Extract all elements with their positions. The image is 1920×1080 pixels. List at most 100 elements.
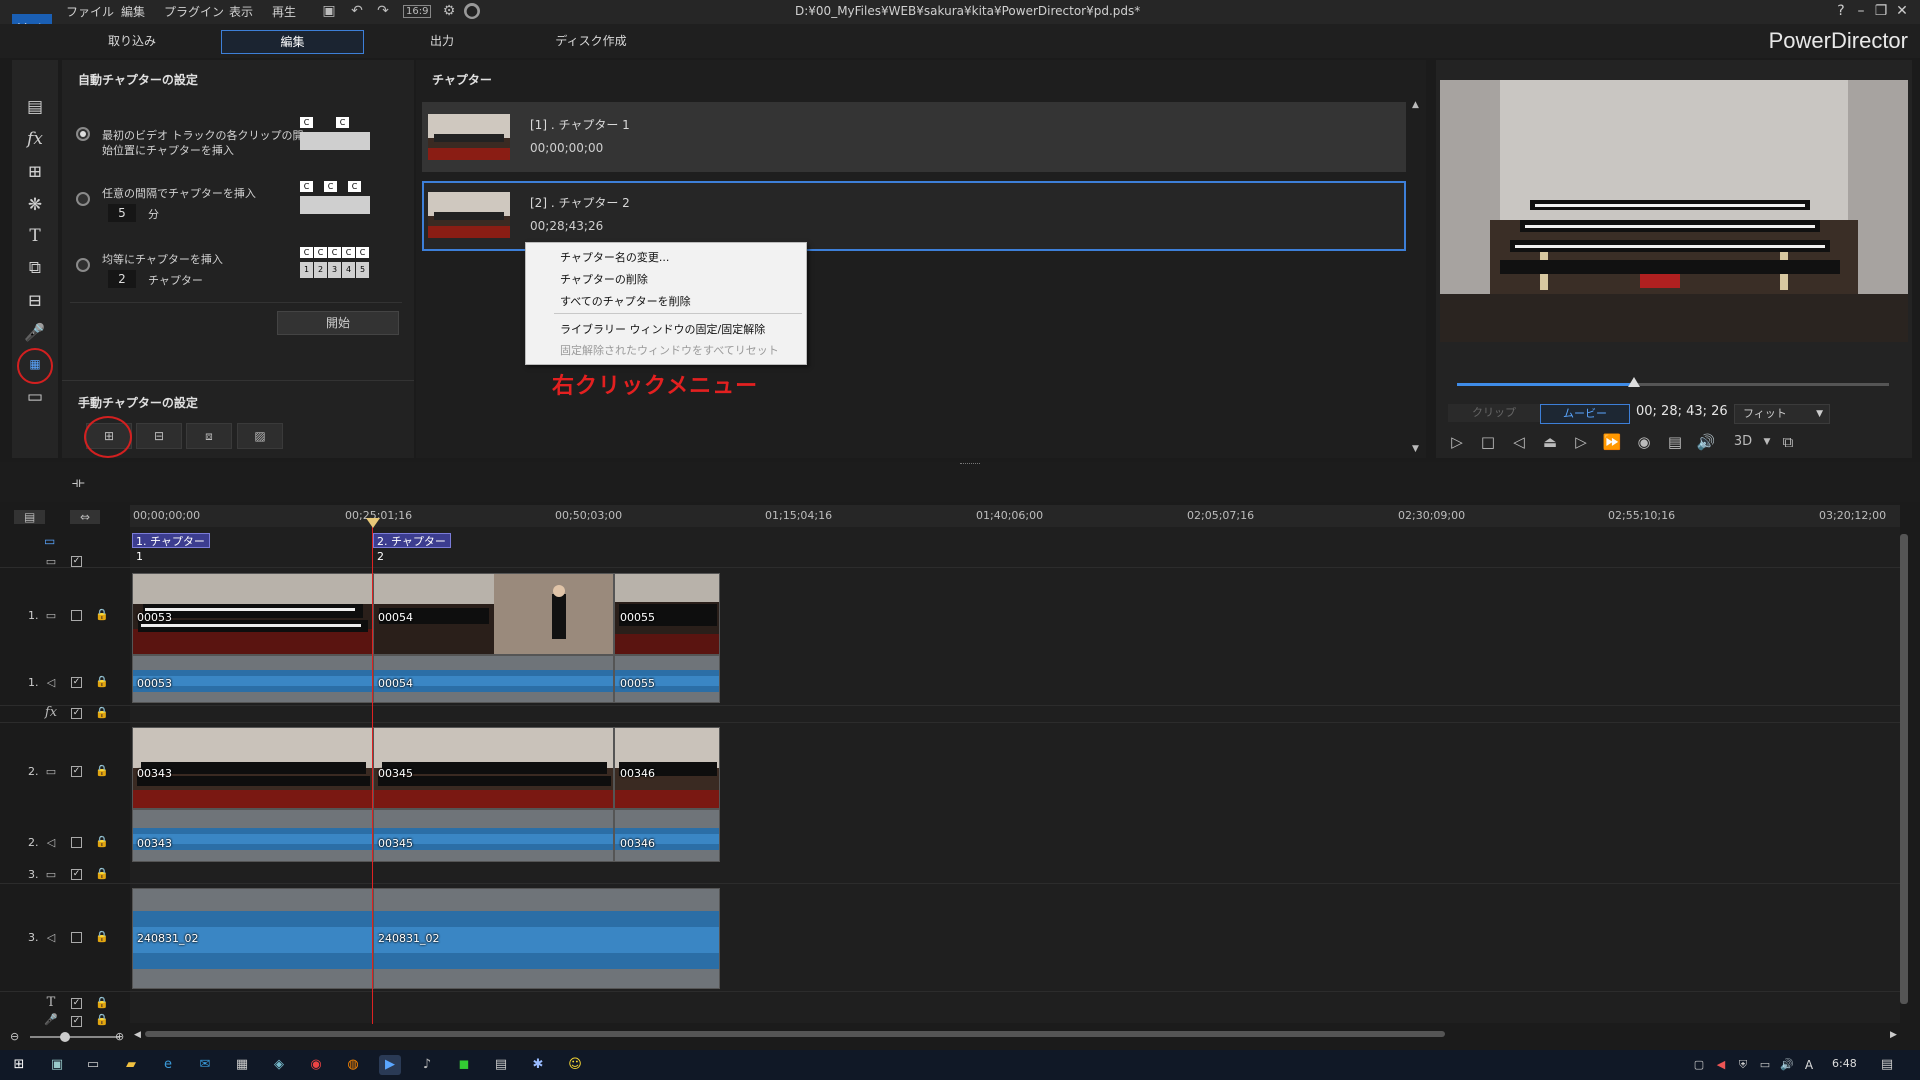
chapter-item-2[interactable]: [422, 181, 1406, 251]
menu-play[interactable]: 再生: [272, 3, 296, 20]
scroll-down-icon[interactable]: ▼: [1412, 444, 1419, 454]
timeline-hscrollbar[interactable]: [145, 1031, 1445, 1037]
split-view-icon[interactable]: ⟛: [72, 475, 85, 491]
interval-input[interactable]: 5: [108, 204, 136, 222]
audio-clip-00346[interactable]: [614, 809, 720, 862]
zoom-out-icon[interactable]: ⊖: [10, 1030, 19, 1043]
playhead-handle[interactable]: [366, 518, 380, 528]
undo-icon[interactable]: ↶: [348, 2, 366, 20]
transition-room-icon[interactable]: ⧉: [22, 257, 48, 279]
fx-room-icon[interactable]: fx: [22, 128, 48, 150]
lock-icon[interactable]: 🔒: [95, 707, 109, 719]
app-icon[interactable]: ☺: [564, 1055, 586, 1075]
calculator-icon[interactable]: ▦: [231, 1055, 253, 1075]
zoom-in-icon[interactable]: ⊕: [115, 1030, 124, 1043]
app-icon[interactable]: ◈: [268, 1055, 290, 1075]
lock-icon[interactable]: 🔒: [95, 997, 109, 1009]
minimize-button[interactable]: –: [1852, 2, 1870, 20]
taskview-icon[interactable]: ▣: [46, 1055, 68, 1075]
voice-over-icon[interactable]: 🎤: [22, 322, 48, 344]
tab-disc[interactable]: ディスク作成: [549, 30, 633, 52]
radio-clip-start[interactable]: [76, 127, 90, 141]
ime-indicator[interactable]: A: [1798, 1055, 1820, 1075]
help-button[interactable]: ?: [1832, 2, 1850, 20]
line-chat-icon[interactable]: ◼: [453, 1055, 475, 1075]
audio-clip-00343[interactable]: [132, 809, 373, 862]
track-enable-checkbox[interactable]: [71, 610, 82, 621]
prev-frame-icon[interactable]: ◁: [1508, 432, 1530, 452]
close-button[interactable]: ✕: [1893, 2, 1911, 20]
pip-room-icon[interactable]: ⊞: [22, 161, 48, 183]
track-enable-checkbox[interactable]: [71, 932, 82, 943]
track-enable-checkbox[interactable]: [71, 837, 82, 848]
stop-icon[interactable]: □: [1477, 432, 1499, 452]
subtitle-icon[interactable]: ▤: [1664, 432, 1686, 452]
clip-mode-button[interactable]: クリップ: [1448, 404, 1540, 422]
split-icon[interactable]: ⏏: [1539, 432, 1561, 452]
menu-delete-chapter[interactable]: チャプターの削除: [560, 271, 648, 287]
lock-icon[interactable]: 🔒: [95, 1014, 109, 1026]
menu-plugin[interactable]: プラグイン: [164, 3, 224, 20]
scroll-left-icon[interactable]: ◀: [134, 1030, 141, 1040]
fast-forward-icon[interactable]: ⏩: [1601, 432, 1623, 452]
panel-resize-grip[interactable]: [960, 463, 980, 465]
chapter-marker-1[interactable]: 1. チャプター 1: [132, 533, 210, 563]
lock-icon[interactable]: 🔒: [95, 676, 109, 688]
track-enable-checkbox[interactable]: ✓: [71, 708, 82, 719]
preview-timecode[interactable]: 00; 28; 43; 26: [1636, 404, 1728, 419]
radio-evenly[interactable]: [76, 258, 90, 272]
volume-icon[interactable]: 🔊: [1695, 432, 1717, 452]
firefox-icon[interactable]: ◍: [342, 1055, 364, 1075]
seek-knob[interactable]: [1628, 377, 1641, 387]
track-enable-checkbox[interactable]: ✓: [71, 556, 82, 567]
3d-toggle[interactable]: 3D: [1728, 432, 1758, 452]
powerdirector-task-icon[interactable]: ▶: [379, 1055, 401, 1075]
notification-icon[interactable]: ▤: [1876, 1055, 1898, 1075]
scroll-up-icon[interactable]: ▲: [1412, 100, 1419, 110]
zoom-slider-knob[interactable]: [60, 1032, 70, 1042]
menu-file[interactable]: ファイル: [66, 3, 114, 20]
scroll-right-icon[interactable]: ▶: [1890, 1030, 1897, 1040]
lock-icon[interactable]: 🔒: [95, 931, 109, 943]
3d-dropdown-icon[interactable]: ▼: [1756, 432, 1778, 452]
menu-dock-library[interactable]: ライブラリー ウィンドウの固定/固定解除: [560, 321, 765, 337]
explorer-folder-icon[interactable]: ▰: [120, 1055, 142, 1075]
aspect-ratio-select[interactable]: 16:9: [403, 5, 432, 18]
audio-clip-00345[interactable]: [373, 809, 614, 862]
play-icon[interactable]: ▷: [1446, 432, 1468, 452]
restore-button[interactable]: ❐: [1872, 2, 1890, 20]
tray-icon[interactable]: ◀: [1710, 1055, 1732, 1075]
volume-icon[interactable]: 🔊: [1776, 1055, 1798, 1075]
track-enable-checkbox[interactable]: ✓: [71, 766, 82, 777]
security-shield-icon[interactable]: ⛨: [1732, 1055, 1754, 1075]
clock[interactable]: 6:48: [1832, 1057, 1857, 1070]
tray-icon[interactable]: ▢: [1688, 1055, 1710, 1075]
title-room-icon[interactable]: T: [22, 225, 48, 247]
app-icon[interactable]: ▭: [82, 1055, 104, 1075]
save-icon[interactable]: ▣: [320, 2, 338, 20]
timeline-vscrollbar[interactable]: [1900, 534, 1908, 1004]
media-room-icon[interactable]: ▤: [22, 96, 48, 118]
start-windows-icon[interactable]: ⊞: [8, 1055, 30, 1075]
track-enable-checkbox[interactable]: ✓: [71, 1016, 82, 1027]
chapter-item-1[interactable]: [422, 102, 1406, 172]
movie-mode-button[interactable]: ムービー: [1540, 404, 1630, 424]
menu-delete-all-chapters[interactable]: すべてのチャプターを削除: [560, 293, 691, 309]
tab-capture[interactable]: 取り込み: [96, 30, 168, 52]
start-button[interactable]: 開始: [277, 311, 399, 335]
fit-timeline-icon[interactable]: ⇔: [70, 510, 101, 524]
settings-gear-icon[interactable]: ⚙: [440, 2, 458, 20]
track-enable-checkbox[interactable]: ✓: [71, 869, 82, 880]
lock-icon[interactable]: 🔒: [95, 836, 109, 848]
app-icon[interactable]: ✱: [527, 1055, 549, 1075]
chapter-marker-2[interactable]: 2. チャプター 2: [373, 533, 451, 563]
mail-icon[interactable]: ✉: [194, 1055, 216, 1075]
redo-icon[interactable]: ↷: [374, 2, 392, 20]
account-icon[interactable]: ●: [464, 3, 480, 19]
remove-chapter-button[interactable]: ⊟: [136, 423, 182, 449]
subtitle-room-icon[interactable]: ▭: [22, 386, 48, 408]
radio-interval[interactable]: [76, 192, 90, 206]
menu-rename-chapter[interactable]: チャプター名の変更...: [560, 249, 669, 265]
zoom-fit-select[interactable]: フィット ▼: [1734, 404, 1830, 424]
app-icon[interactable]: ▤: [490, 1055, 512, 1075]
